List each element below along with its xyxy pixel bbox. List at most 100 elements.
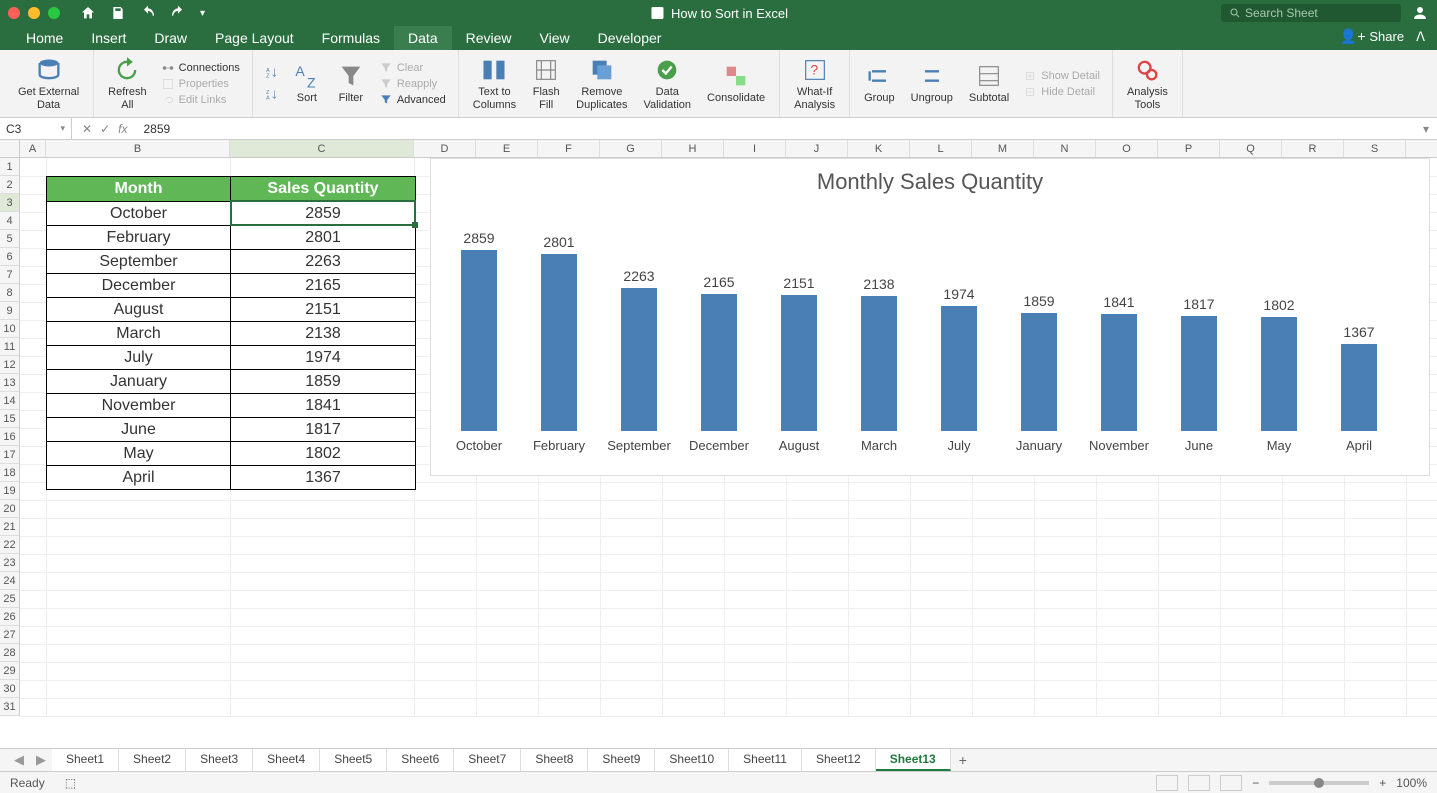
cell-value[interactable]: 1802 [231,441,415,465]
tab-developer[interactable]: Developer [584,26,676,50]
row-header-24[interactable]: 24 [0,572,19,590]
cell-value[interactable]: 1367 [231,465,415,489]
sheet-nav-prev-icon[interactable]: ◀ [8,752,30,768]
cell-month[interactable]: November [47,393,231,417]
minimize-window-button[interactable] [28,7,40,19]
page-break-view-button[interactable] [1220,775,1242,791]
save-icon[interactable] [110,5,126,21]
cell-month[interactable]: January [47,369,231,393]
cell-value[interactable]: 2165 [231,273,415,297]
cell-month[interactable]: February [47,225,231,249]
col-header-d[interactable]: D [414,140,476,157]
sort-button[interactable]: AZSort [287,60,327,106]
chart-bar[interactable] [781,295,817,431]
group-button[interactable]: Group [858,60,901,106]
row-header-27[interactable]: 27 [0,626,19,644]
table-row[interactable]: August2151 [47,297,415,321]
subtotal-button[interactable]: Subtotal [963,60,1015,106]
row-header-28[interactable]: 28 [0,644,19,662]
sheet-tab-sheet4[interactable]: Sheet4 [253,749,320,771]
get-external-data-button[interactable]: Get External Data [12,54,85,112]
sheet-tab-sheet6[interactable]: Sheet6 [387,749,454,771]
row-header-18[interactable]: 18 [0,464,19,482]
row-header-26[interactable]: 26 [0,608,19,626]
advanced-filter-button[interactable]: Advanced [375,92,450,108]
row-header-1[interactable]: 1 [0,158,19,176]
sheet-tab-sheet7[interactable]: Sheet7 [454,749,521,771]
sheet-tab-sheet13[interactable]: Sheet13 [876,749,951,771]
collapse-ribbon-icon[interactable]: ᐱ [1416,29,1425,45]
sheet-tab-sheet10[interactable]: Sheet10 [655,749,729,771]
tab-review[interactable]: Review [452,26,526,50]
show-detail-button[interactable]: Show Detail [1019,68,1104,84]
zoom-slider[interactable] [1269,781,1369,785]
expand-formula-icon[interactable]: ▾ [1415,122,1437,136]
cell-month[interactable]: July [47,345,231,369]
row-header-11[interactable]: 11 [0,338,19,356]
col-header-e[interactable]: E [476,140,538,157]
chart-bar[interactable] [1101,314,1137,431]
col-header-i[interactable]: I [724,140,786,157]
col-header-q[interactable]: Q [1220,140,1282,157]
row-header-12[interactable]: 12 [0,356,19,374]
ungroup-button[interactable]: Ungroup [905,60,959,106]
col-header-r[interactable]: R [1282,140,1344,157]
sort-asc-button[interactable]: AZ [261,65,283,81]
cell-month[interactable]: June [47,417,231,441]
zoom-level[interactable]: 100% [1396,776,1427,790]
cell-month[interactable]: August [47,297,231,321]
table-row[interactable]: July1974 [47,345,415,369]
table-header-sales[interactable]: Sales Quantity [231,177,415,201]
text-to-columns-button[interactable]: Text to Columns [467,54,522,112]
row-header-17[interactable]: 17 [0,446,19,464]
col-header-p[interactable]: P [1158,140,1220,157]
cell-value[interactable]: 1817 [231,417,415,441]
row-header-19[interactable]: 19 [0,482,19,500]
col-header-m[interactable]: M [972,140,1034,157]
tab-insert[interactable]: Insert [77,26,140,50]
cancel-formula-icon[interactable]: ✕ [82,122,92,136]
col-header-f[interactable]: F [538,140,600,157]
row-header-31[interactable]: 31 [0,698,19,716]
row-header-4[interactable]: 4 [0,212,19,230]
reapply-filter-button[interactable]: Reapply [375,76,450,92]
tab-home[interactable]: Home [12,26,77,50]
normal-view-button[interactable] [1156,775,1178,791]
chart-bar[interactable] [1341,344,1377,431]
row-header-15[interactable]: 15 [0,410,19,428]
row-header-7[interactable]: 7 [0,266,19,284]
row-header-21[interactable]: 21 [0,518,19,536]
data-validation-button[interactable]: Data Validation [638,54,698,112]
row-header-10[interactable]: 10 [0,320,19,338]
macro-record-icon[interactable]: ⬚ [65,776,76,790]
col-header-h[interactable]: H [662,140,724,157]
hide-detail-button[interactable]: Hide Detail [1019,84,1104,100]
chart-bar[interactable] [941,306,977,431]
row-header-14[interactable]: 14 [0,392,19,410]
sheet-tab-sheet11[interactable]: Sheet11 [729,749,802,771]
cell-value[interactable]: 1974 [231,345,415,369]
fx-icon[interactable]: fx [118,122,127,136]
col-header-g[interactable]: G [600,140,662,157]
analysis-tools-button[interactable]: Analysis Tools [1121,54,1174,112]
row-header-9[interactable]: 9 [0,302,19,320]
table-row[interactable]: February2801 [47,225,415,249]
col-header-b[interactable]: B [46,140,230,157]
row-header-20[interactable]: 20 [0,500,19,518]
cell-month[interactable]: March [47,321,231,345]
table-row[interactable]: May1802 [47,441,415,465]
flash-fill-button[interactable]: Flash Fill [526,54,566,112]
col-header-o[interactable]: O [1096,140,1158,157]
properties-button[interactable]: Properties [157,76,244,92]
cell-month[interactable]: October [47,201,231,225]
row-header-3[interactable]: 3 [0,194,19,212]
sheet-tab-sheet9[interactable]: Sheet9 [588,749,655,771]
name-box[interactable]: C3▾ [0,118,72,139]
cell-value[interactable]: 2859 [231,201,415,225]
cell-value[interactable]: 2151 [231,297,415,321]
chart[interactable]: Monthly Sales Quantity 2859October2801Fe… [430,158,1430,476]
home-icon[interactable] [80,5,96,21]
select-all-corner[interactable] [0,140,20,157]
cell-month[interactable]: September [47,249,231,273]
col-header-j[interactable]: J [786,140,848,157]
